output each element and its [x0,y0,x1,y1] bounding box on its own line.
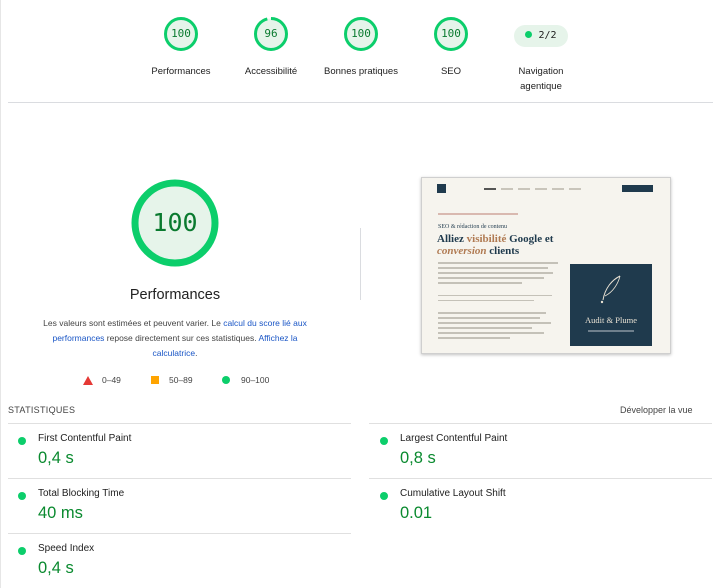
feather-icon [600,275,621,304]
metric-cls: Cumulative Layout Shift 0.01 [380,488,715,528]
pass-dot-icon [18,437,26,445]
pass-dot-icon [525,31,533,38]
metric-name: Largest Contentful Paint [400,433,508,444]
gauge-agentic-navigation[interactable]: 2/2 Navigation agentique [491,16,591,94]
metric-name: Cumulative Layout Shift [400,488,506,499]
gauge-ring: 100 [343,16,379,52]
gauge-ring: 100 [163,16,199,52]
desc-text: repose directement sur ces statistiques. [104,333,259,343]
thumb-breadcrumb [438,213,518,215]
legend-pass-label: 90–100 [241,375,270,385]
gauge-score: 100 [351,27,371,40]
final-screenshot[interactable]: SEO & rédaction de contenu Alliez visibi… [421,177,671,354]
category-gauges: 100 Performances 96 Accessibilité 100 Bo… [0,0,715,103]
gauge-score: 100 [441,27,461,40]
vertical-divider [360,228,361,300]
thumb-heading-part: Google et [506,233,554,245]
legend-pass: 90–100 [222,375,269,385]
pass-dot-icon [18,492,26,500]
agentic-badge-value: 2/2 [538,30,557,41]
metric-value: 0,8 s [400,449,436,467]
desc-text: Les valeurs sont estimées et peuvent var… [43,318,224,328]
divider [8,533,351,534]
thumb-kicker: SEO & rédaction de contenu [438,224,507,230]
metric-name: First Contentful Paint [38,433,132,444]
desc-text: . [195,348,198,358]
main-title: Performances [129,287,221,303]
thumb-heading: Alliez visibilité Google et conversion c… [437,233,557,257]
divider [369,478,712,479]
fail-triangle-icon [83,375,93,385]
metric-value: 0.01 [400,504,433,522]
thumb-heading-part: Alliez [437,233,467,245]
agentic-badge: 2/2 [514,25,568,47]
pass-dot-icon [380,437,388,445]
metric-tbt: Total Blocking Time 40 ms [18,488,358,528]
divider [8,102,713,103]
main-gauge: 100 [130,178,220,268]
metric-value: 0,4 s [38,559,74,577]
gauge-seo[interactable]: 100 SEO [401,16,501,79]
thumb-nav [484,188,581,191]
legend-fail: 0–49 [83,375,121,385]
thumb-tagline [588,330,634,332]
legend-average: 50–89 [151,375,193,385]
gauge-best-practices[interactable]: 100 Bonnes pratiques [311,16,411,79]
metric-value: 0,4 s [38,449,74,467]
average-square-icon [151,376,159,384]
thumb-brand: Audit & Plume [585,315,637,325]
thumb-heading-accent: conversion [437,245,487,257]
thumb-body-text [438,262,558,342]
gauge-label: Accessibilité [244,66,298,77]
agentic-label-line2: agentique [520,81,562,92]
gauge-accessibility[interactable]: 96 Accessibilité [221,16,321,79]
metric-name: Speed Index [38,543,95,554]
thumb-cta-button [622,185,653,192]
main-score: 100 [152,208,198,237]
legend-fail-label: 0–49 [102,375,121,385]
thumb-heading-accent: visibilité [466,233,507,245]
pass-dot-icon [380,492,388,500]
gauge-performance[interactable]: 100 Performances [131,16,231,79]
gauge-label: Performances [151,66,211,77]
divider [8,423,351,424]
thumb-heading-part: clients [486,245,520,257]
expand-view-toggle[interactable]: Développer la vue [620,405,693,415]
gauge-ring: 100 [433,16,469,52]
metric-lcp: Largest Contentful Paint 0,8 s [380,433,715,473]
legend-average-label: 50–89 [169,375,193,385]
pass-circle-icon [222,376,230,384]
score-description: Les valeurs sont estimées et peuvent var… [30,316,320,361]
gauge-ring: 96 [253,16,289,52]
metric-name: Total Blocking Time [38,488,125,499]
divider [369,423,712,424]
divider [8,478,351,479]
metric-fcp: First Contentful Paint 0,4 s [18,433,358,473]
pass-dot-icon [18,547,26,555]
thumb-logo-icon [437,184,446,193]
stats-heading: STATISTIQUES [8,405,76,415]
metric-value: 40 ms [38,504,83,522]
metric-speed-index: Speed Index 0,4 s [18,543,358,583]
thumb-brand-card: Audit & Plume [570,264,652,346]
gauge-label: Bonnes pratiques [324,66,398,77]
gauge-label: SEO [440,66,462,77]
gauge-label: Navigation agentique [491,64,591,94]
gauge-score: 96 [264,27,278,40]
agentic-label-line1: Navigation [518,66,564,77]
gauge-score: 100 [171,27,191,40]
